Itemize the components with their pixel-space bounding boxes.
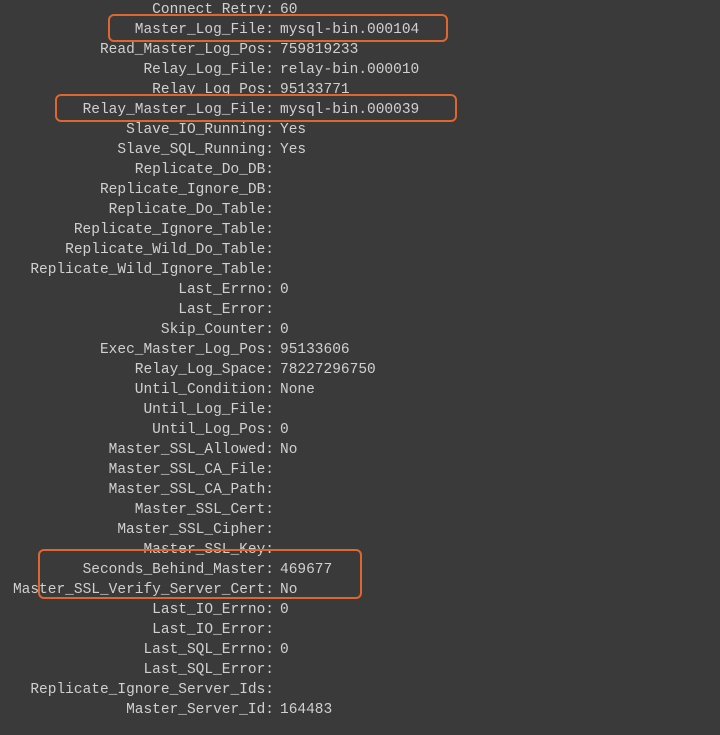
status-row: Slave_SQL_Running:Yes bbox=[0, 140, 720, 160]
status-row: Read_Master_Log_Pos:759819233 bbox=[0, 40, 720, 60]
status-label: Last_SQL_Errno: bbox=[0, 640, 274, 660]
status-value: relay-bin.000010 bbox=[274, 60, 419, 80]
status-value: 164483 bbox=[274, 700, 332, 720]
status-label: Replicate_Wild_Do_Table: bbox=[0, 240, 274, 260]
status-row: Replicate_Ignore_Table: bbox=[0, 220, 720, 240]
status-row: Replicate_Do_DB: bbox=[0, 160, 720, 180]
status-row: Last_IO_Error: bbox=[0, 620, 720, 640]
status-row: Last_Error: bbox=[0, 300, 720, 320]
status-label: Last_Errno: bbox=[0, 280, 274, 300]
status-value: Yes bbox=[274, 140, 306, 160]
status-row: Connect_Retry:60 bbox=[0, 0, 720, 20]
status-label: Relay_Log_File: bbox=[0, 60, 274, 80]
status-label: Master_SSL_Verify_Server_Cert: bbox=[0, 580, 274, 600]
status-row: Master_SSL_Cert: bbox=[0, 500, 720, 520]
status-row: Relay_Log_Pos:95133771 bbox=[0, 80, 720, 100]
status-label: Relay_Log_Pos: bbox=[0, 80, 274, 100]
status-row: Relay_Log_File:relay-bin.000010 bbox=[0, 60, 720, 80]
status-row: Replicate_Wild_Ignore_Table: bbox=[0, 260, 720, 280]
status-row: Skip_Counter:0 bbox=[0, 320, 720, 340]
status-label: Replicate_Do_DB: bbox=[0, 160, 274, 180]
status-row: Until_Log_File: bbox=[0, 400, 720, 420]
status-row: Until_Condition:None bbox=[0, 380, 720, 400]
status-row: Slave_IO_Running:Yes bbox=[0, 120, 720, 140]
status-label: Replicate_Ignore_DB: bbox=[0, 180, 274, 200]
status-row: Last_SQL_Errno:0 bbox=[0, 640, 720, 660]
status-row: Master_SSL_Key: bbox=[0, 540, 720, 560]
status-value: 0 bbox=[274, 640, 289, 660]
status-row: Master_SSL_CA_Path: bbox=[0, 480, 720, 500]
status-label: Master_Server_Id: bbox=[0, 700, 274, 720]
status-label: Read_Master_Log_Pos: bbox=[0, 40, 274, 60]
status-row: Master_Server_Id:164483 bbox=[0, 700, 720, 720]
status-label: Skip_Counter: bbox=[0, 320, 274, 340]
status-label: Exec_Master_Log_Pos: bbox=[0, 340, 274, 360]
status-row: Last_IO_Errno:0 bbox=[0, 600, 720, 620]
status-label: Seconds_Behind_Master: bbox=[0, 560, 274, 580]
status-value: 0 bbox=[274, 320, 289, 340]
status-row: Last_Errno:0 bbox=[0, 280, 720, 300]
status-label: Replicate_Wild_Ignore_Table: bbox=[0, 260, 274, 280]
status-row: Relay_Master_Log_File:mysql-bin.000039 bbox=[0, 100, 720, 120]
status-value: 95133771 bbox=[274, 80, 350, 100]
status-value: 60 bbox=[274, 0, 297, 20]
status-row: Replicate_Do_Table: bbox=[0, 200, 720, 220]
status-value: mysql-bin.000039 bbox=[274, 100, 419, 120]
status-label: Master_SSL_CA_Path: bbox=[0, 480, 274, 500]
status-row: Replicate_Ignore_Server_Ids: bbox=[0, 680, 720, 700]
status-value: 78227296750 bbox=[274, 360, 376, 380]
status-label: Last_Error: bbox=[0, 300, 274, 320]
status-label: Slave_SQL_Running: bbox=[0, 140, 274, 160]
status-value: 759819233 bbox=[274, 40, 358, 60]
terminal-output: Connect_Retry:60Master_Log_File:mysql-bi… bbox=[0, 0, 720, 720]
status-label: Last_IO_Errno: bbox=[0, 600, 274, 620]
status-value: No bbox=[274, 580, 297, 600]
status-label: Replicate_Ignore_Server_Ids: bbox=[0, 680, 274, 700]
status-label: Master_SSL_Cipher: bbox=[0, 520, 274, 540]
status-label: Replicate_Do_Table: bbox=[0, 200, 274, 220]
status-value: None bbox=[274, 380, 315, 400]
status-value: 0 bbox=[274, 280, 289, 300]
status-label: Master_SSL_Allowed: bbox=[0, 440, 274, 460]
status-value: mysql-bin.000104 bbox=[274, 20, 419, 40]
status-label: Master_SSL_CA_File: bbox=[0, 460, 274, 480]
status-label: Connect_Retry: bbox=[0, 0, 274, 20]
status-value: 95133606 bbox=[274, 340, 350, 360]
status-label: Until_Log_File: bbox=[0, 400, 274, 420]
status-label: Slave_IO_Running: bbox=[0, 120, 274, 140]
status-row: Master_Log_File:mysql-bin.000104 bbox=[0, 20, 720, 40]
status-value: Yes bbox=[274, 120, 306, 140]
status-label: Master_SSL_Key: bbox=[0, 540, 274, 560]
status-row: Exec_Master_Log_Pos:95133606 bbox=[0, 340, 720, 360]
status-label: Until_Log_Pos: bbox=[0, 420, 274, 440]
status-label: Master_SSL_Cert: bbox=[0, 500, 274, 520]
status-row: Master_SSL_Cipher: bbox=[0, 520, 720, 540]
status-label: Last_SQL_Error: bbox=[0, 660, 274, 680]
status-label: Relay_Master_Log_File: bbox=[0, 100, 274, 120]
status-label: Master_Log_File: bbox=[0, 20, 274, 40]
status-row: Last_SQL_Error: bbox=[0, 660, 720, 680]
status-row: Master_SSL_CA_File: bbox=[0, 460, 720, 480]
status-row: Until_Log_Pos:0 bbox=[0, 420, 720, 440]
status-row: Replicate_Ignore_DB: bbox=[0, 180, 720, 200]
status-value: 0 bbox=[274, 600, 289, 620]
status-row: Relay_Log_Space:78227296750 bbox=[0, 360, 720, 380]
status-value: 0 bbox=[274, 420, 289, 440]
status-row: Replicate_Wild_Do_Table: bbox=[0, 240, 720, 260]
status-label: Replicate_Ignore_Table: bbox=[0, 220, 274, 240]
status-row: Seconds_Behind_Master:469677 bbox=[0, 560, 720, 580]
status-value: No bbox=[274, 440, 297, 460]
status-label: Last_IO_Error: bbox=[0, 620, 274, 640]
status-row: Master_SSL_Allowed:No bbox=[0, 440, 720, 460]
status-label: Relay_Log_Space: bbox=[0, 360, 274, 380]
status-value: 469677 bbox=[274, 560, 332, 580]
status-label: Until_Condition: bbox=[0, 380, 274, 400]
status-row: Master_SSL_Verify_Server_Cert:No bbox=[0, 580, 720, 600]
